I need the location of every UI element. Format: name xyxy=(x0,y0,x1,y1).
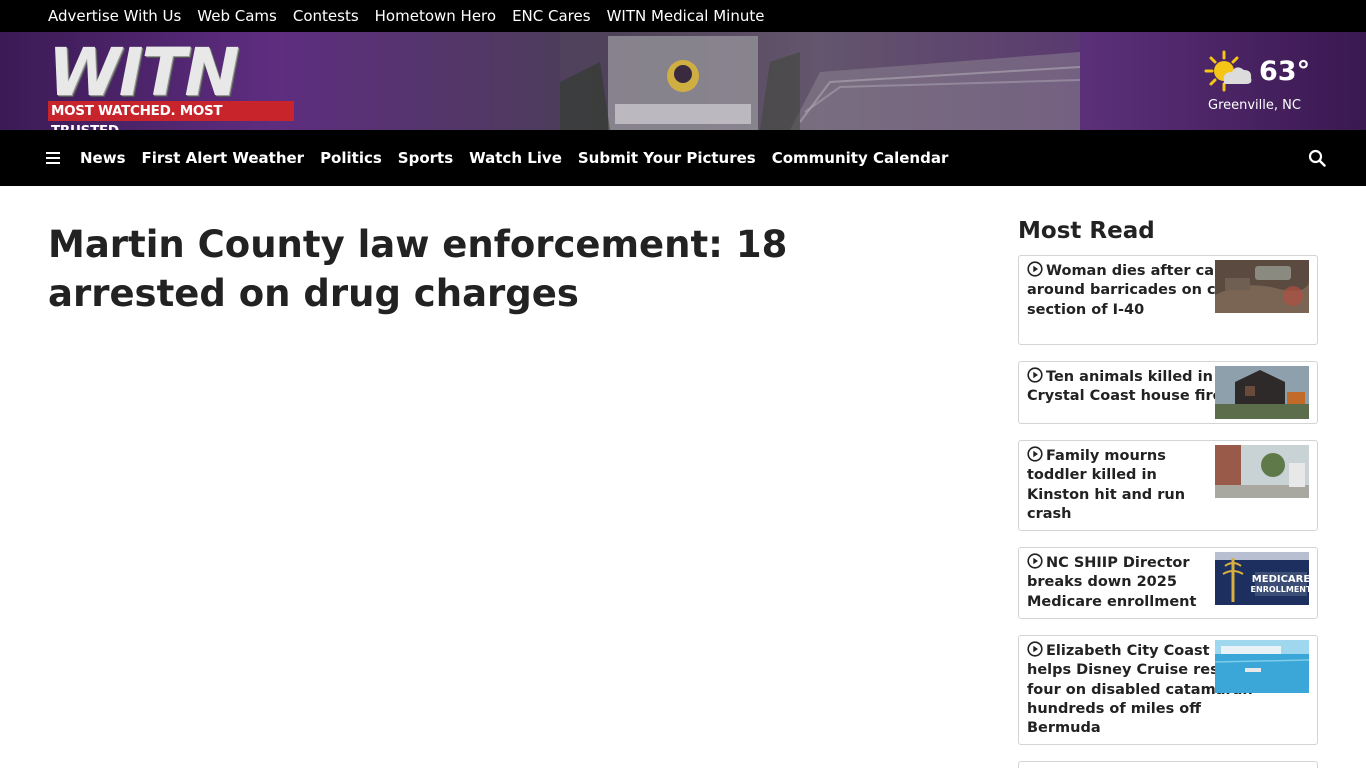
story-thumbnail xyxy=(1215,366,1309,419)
logo-wordmark: WITN xyxy=(48,34,240,111)
sun-cloud-icon xyxy=(1204,50,1252,92)
most-read-item-title: Family mourns toddler killed in Kinston … xyxy=(1027,448,1186,522)
weather-location: Greenville, NC xyxy=(1208,98,1301,113)
nav-item-sports[interactable]: Sports xyxy=(398,149,453,167)
witn-logo[interactable]: WITN MOST WATCHED. MOST TRUSTED. xyxy=(48,34,294,130)
most-read-item[interactable]: Woman dies after car goes around barrica… xyxy=(1018,255,1318,345)
most-read-item-title: NC SHIIP Director breaks down 2025 Medic… xyxy=(1027,555,1197,610)
most-read-item[interactable]: Family mourns toddler killed in Kinston … xyxy=(1018,440,1318,531)
most-read-item[interactable] xyxy=(1018,761,1318,768)
medicare-thumb-line-1: MEDICARE xyxy=(1252,574,1309,585)
logo-tagline: MOST WATCHED. MOST TRUSTED. xyxy=(48,101,294,130)
story-thumbnail: MEDICARE ENROLLMENT xyxy=(1215,552,1309,605)
header-banner: WITN MOST WATCHED. MOST TRUSTED. 63° Gre… xyxy=(0,32,1366,130)
story-thumbnail xyxy=(1215,640,1309,693)
nav-item-news[interactable]: News xyxy=(80,149,126,167)
nav-item-submit-pictures[interactable]: Submit Your Pictures xyxy=(578,149,756,167)
most-read-item-text: Ten animals killed in Crystal Coast hous… xyxy=(1027,367,1227,407)
nav-item-politics[interactable]: Politics xyxy=(320,149,382,167)
play-icon xyxy=(1027,641,1043,657)
utility-link-advertise[interactable]: Advertise With Us xyxy=(48,7,181,25)
most-read-item[interactable]: Elizabeth City Coast Guard helps Disney … xyxy=(1018,635,1318,745)
search-icon[interactable] xyxy=(1308,149,1326,167)
utility-link-enc-cares[interactable]: ENC Cares xyxy=(512,7,591,25)
weather-widget[interactable]: 63° Greenville, NC xyxy=(1204,50,1314,120)
utility-link-hometown-hero[interactable]: Hometown Hero xyxy=(375,7,496,25)
most-read-item-text: NC SHIIP Director breaks down 2025 Medic… xyxy=(1027,553,1217,612)
menu-icon[interactable] xyxy=(46,152,60,164)
nav-item-community-calendar[interactable]: Community Calendar xyxy=(772,149,949,167)
utility-link-medical-minute[interactable]: WITN Medical Minute xyxy=(607,7,765,25)
nav-item-watch-live[interactable]: Watch Live xyxy=(469,149,562,167)
most-read-item-title: Ten animals killed in Crystal Coast hous… xyxy=(1027,369,1223,405)
weather-temperature: 63° xyxy=(1259,56,1311,87)
utility-link-contests[interactable]: Contests xyxy=(293,7,359,25)
most-read-item-text: Family mourns toddler killed in Kinston … xyxy=(1027,446,1202,524)
utility-bar: Advertise With Us Web Cams Contests Home… xyxy=(0,0,1366,32)
utility-link-web-cams[interactable]: Web Cams xyxy=(197,7,277,25)
most-read-item[interactable]: NC SHIIP Director breaks down 2025 Medic… xyxy=(1018,547,1318,619)
medicare-thumb-line-2: ENROLLMENT xyxy=(1251,585,1309,594)
main-navigation: News First Alert Weather Politics Sports… xyxy=(0,130,1366,186)
most-read-heading: Most Read xyxy=(1018,218,1155,244)
article-headline: Martin County law enforcement: 18 arrest… xyxy=(48,223,788,315)
stadium-background-image xyxy=(560,32,1080,130)
story-thumbnail xyxy=(1215,445,1309,498)
play-icon xyxy=(1027,446,1043,462)
play-icon xyxy=(1027,261,1043,277)
most-read-item[interactable]: Ten animals killed in Crystal Coast hous… xyxy=(1018,361,1318,424)
story-thumbnail xyxy=(1215,260,1309,313)
nav-item-first-alert-weather[interactable]: First Alert Weather xyxy=(142,149,305,167)
play-icon xyxy=(1027,367,1043,383)
play-icon xyxy=(1027,553,1043,569)
